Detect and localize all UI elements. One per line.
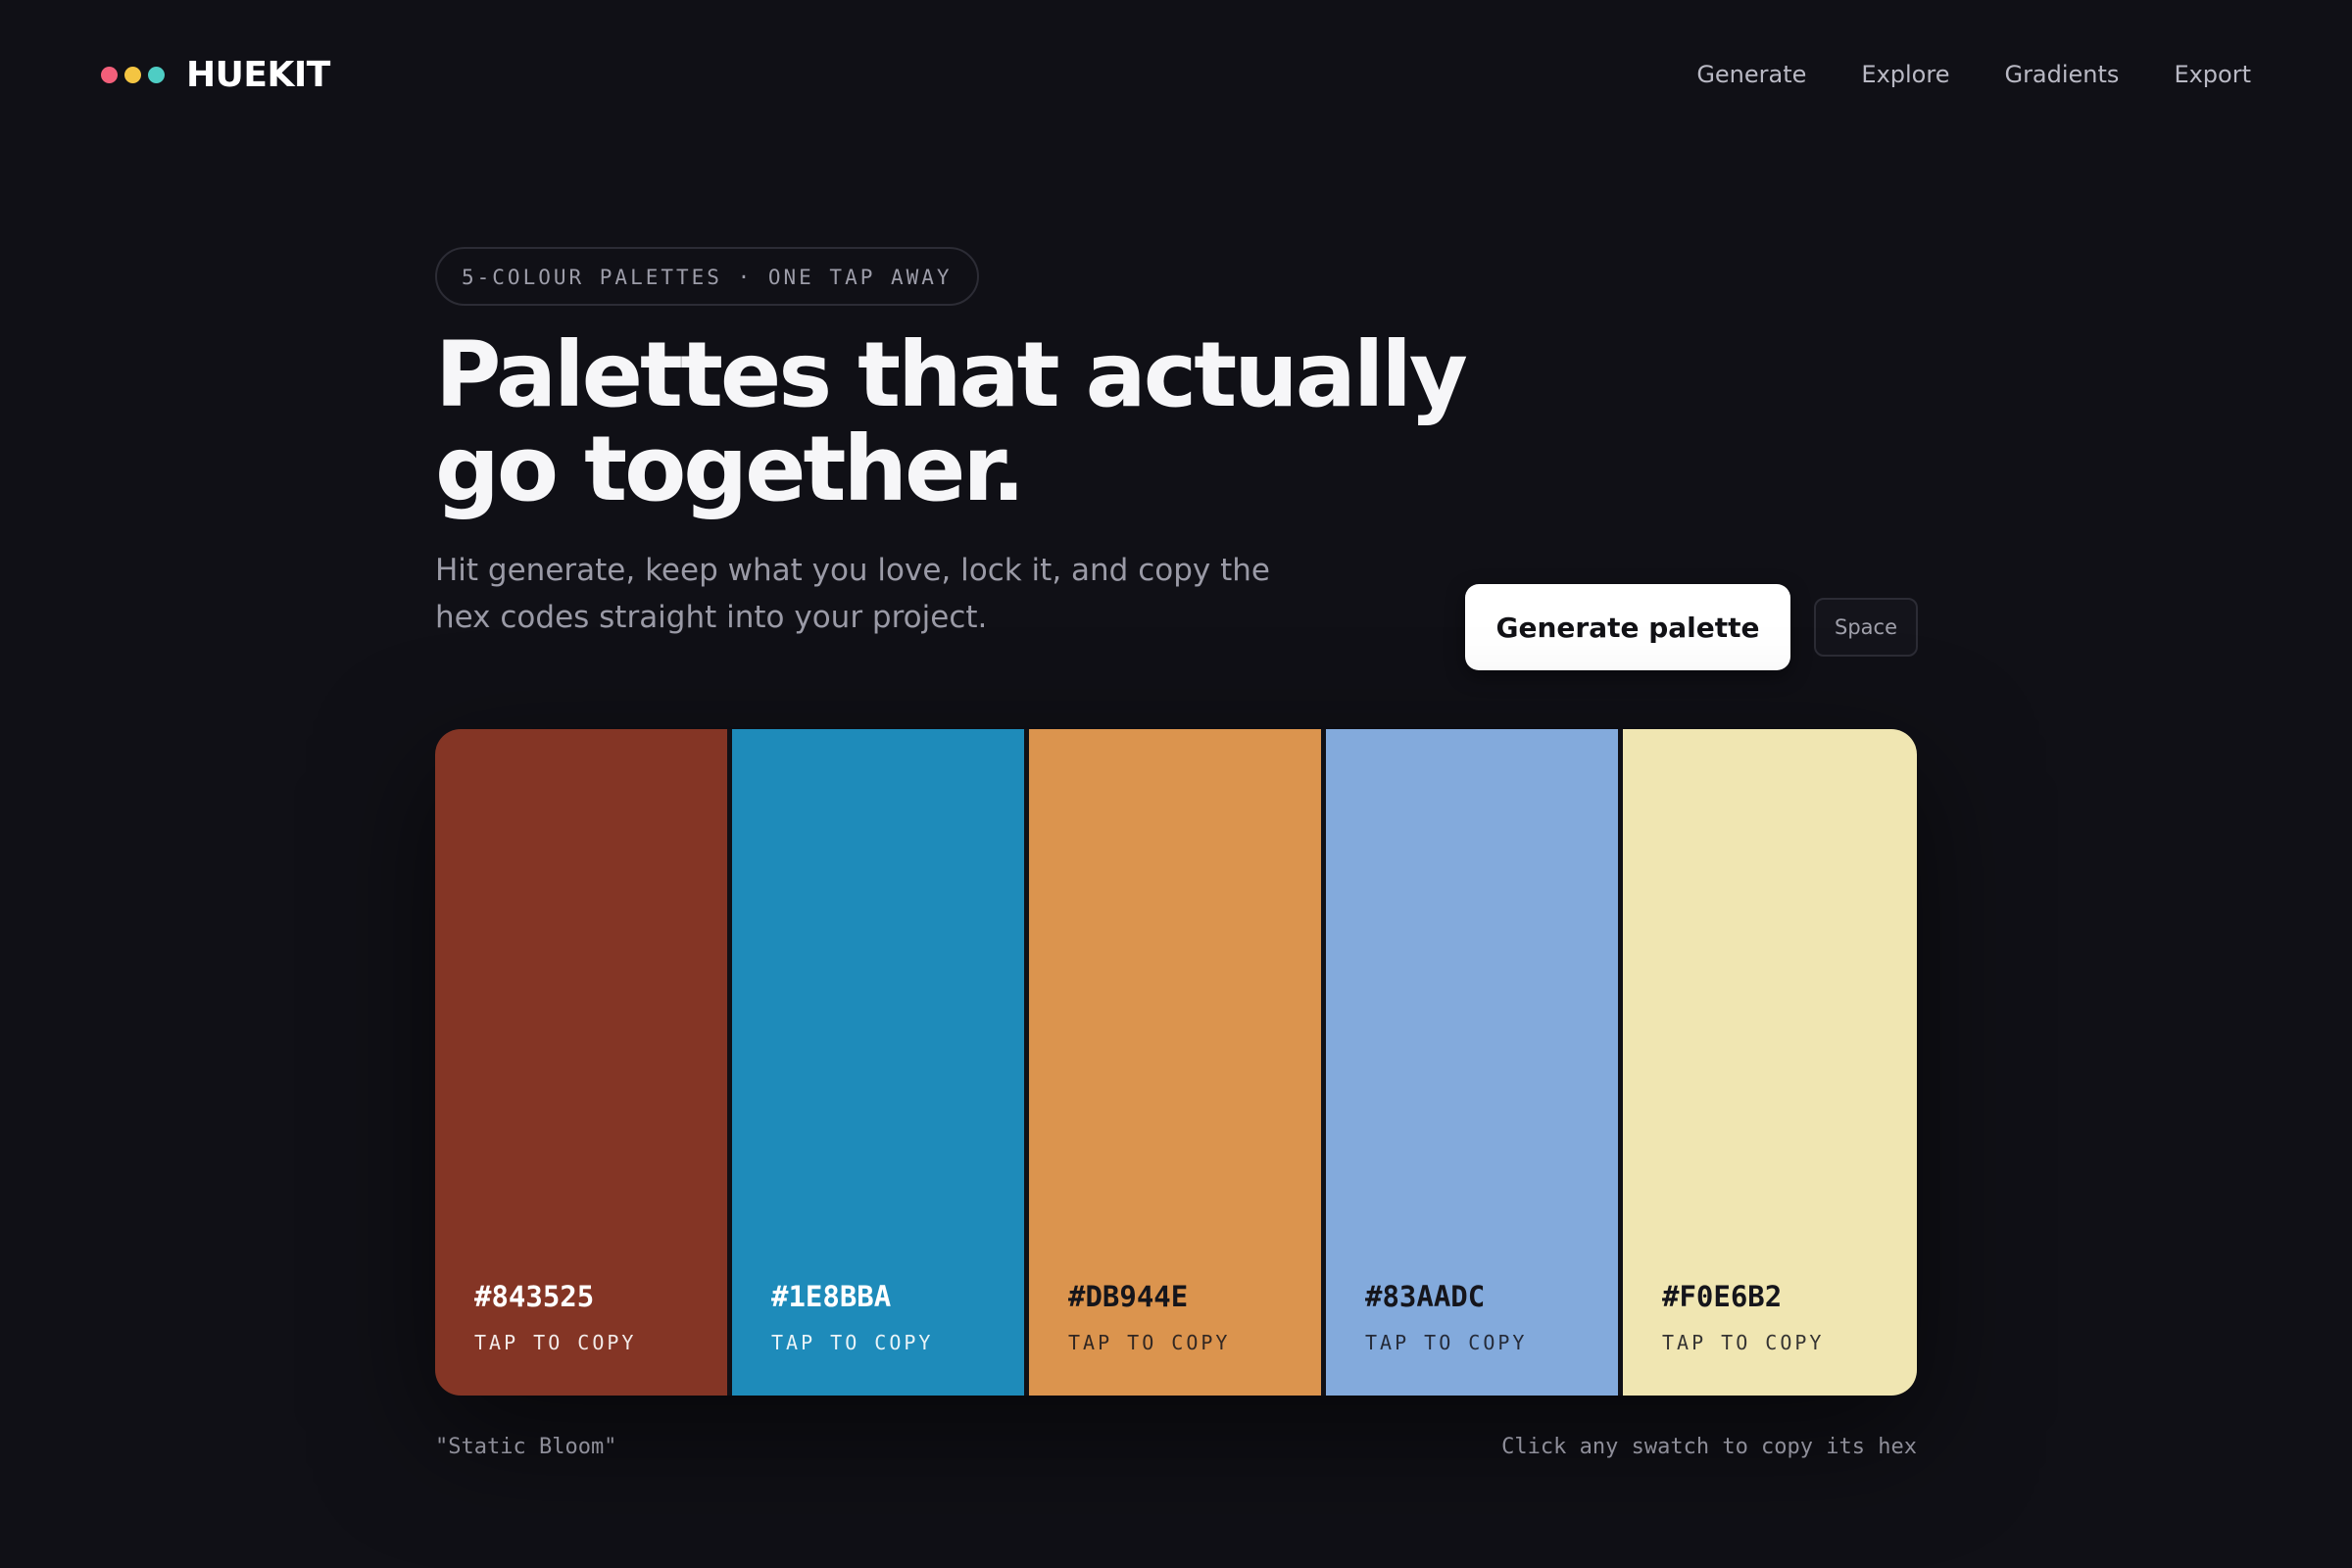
title-line-1: Palettes that actually (435, 322, 1468, 427)
palette-name: "Static Bloom" (435, 1435, 617, 1459)
title-line-2: go together. (435, 416, 1026, 521)
main-nav: Generate Explore Gradients Export (1696, 55, 2251, 94)
nav-export[interactable]: Export (2174, 61, 2251, 88)
swatch-3[interactable]: #DB944E TAP TO COPY (1029, 729, 1321, 1396)
swatch-copy-label: TAP TO COPY (771, 1331, 934, 1354)
logo-dots-icon (101, 66, 165, 83)
swatch-copy-label: TAP TO COPY (474, 1331, 637, 1354)
swatch-hex: #1E8BBA (771, 1280, 892, 1313)
swatch-hex: #F0E6B2 (1662, 1280, 1783, 1313)
space-shortcut-hint: Space (1814, 598, 1918, 657)
swatch-5[interactable]: #F0E6B2 TAP TO COPY (1623, 729, 1917, 1396)
nav-explore[interactable]: Explore (1861, 61, 1949, 88)
site-header: HUEKIT Generate Explore Gradients Export (0, 0, 2352, 149)
palette-swatches: #843525 TAP TO COPY #1E8BBA TAP TO COPY … (435, 729, 1917, 1396)
logo-dot-yellow (124, 66, 141, 83)
copy-hint: Click any swatch to copy its hex (1501, 1435, 1917, 1459)
swatch-hex: #DB944E (1068, 1280, 1189, 1313)
hero-subtitle: Hit generate, keep what you love, lock i… (435, 547, 1278, 641)
swatch-hex: #83AADC (1365, 1280, 1486, 1313)
swatch-2[interactable]: #1E8BBA TAP TO COPY (732, 729, 1024, 1396)
logo[interactable]: HUEKIT (101, 51, 330, 98)
nav-generate[interactable]: Generate (1696, 61, 1806, 88)
swatch-hex: #843525 (474, 1280, 595, 1313)
swatch-copy-label: TAP TO COPY (1068, 1331, 1231, 1354)
subtitle-line-2: hex codes straight into your project. (435, 600, 988, 635)
logo-text: HUEKIT (186, 54, 330, 95)
page: HUEKIT Generate Explore Gradients Export… (0, 0, 2352, 1568)
subtitle-line-1: Hit generate, keep what you love, lock i… (435, 553, 1270, 588)
swatch-4[interactable]: #83AADC TAP TO COPY (1326, 729, 1618, 1396)
logo-dot-pink (101, 66, 118, 83)
hero: 5-COLOUR PALETTES · ONE TAP AWAY Palette… (435, 247, 1918, 670)
logo-dot-teal (148, 66, 165, 83)
nav-gradients[interactable]: Gradients (2004, 61, 2119, 88)
swatch-copy-label: TAP TO COPY (1662, 1331, 1825, 1354)
swatch-copy-label: TAP TO COPY (1365, 1331, 1528, 1354)
swatch-1[interactable]: #843525 TAP TO COPY (435, 729, 727, 1396)
feature-badge: 5-COLOUR PALETTES · ONE TAP AWAY (435, 247, 979, 306)
page-title: Palettes that actually go together. (435, 328, 1513, 516)
generate-palette-button[interactable]: Generate palette (1465, 584, 1790, 670)
